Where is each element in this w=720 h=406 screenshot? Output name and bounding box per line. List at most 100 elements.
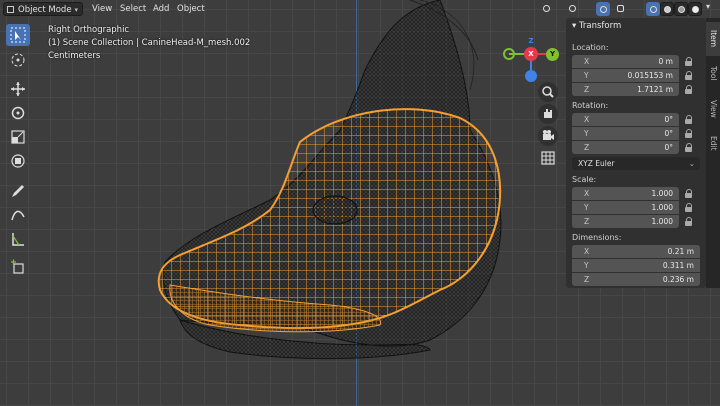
lock-icon[interactable]	[684, 115, 694, 125]
menu-add[interactable]: Add	[149, 2, 173, 16]
transform-icon	[11, 154, 25, 168]
lock-icon[interactable]	[684, 203, 694, 213]
axis-label: Z	[584, 275, 590, 284]
cursor-arrow-icon	[10, 27, 26, 43]
tab-edit[interactable]: Edit	[706, 128, 720, 158]
axis-label: Z	[584, 143, 590, 152]
gizmo-y-axis[interactable]: Y	[546, 48, 559, 61]
wireframe-shading-icon[interactable]	[646, 2, 660, 16]
rotation-mode-dropdown[interactable]: XYZ Euler ⌄	[572, 157, 700, 170]
dimensions-y-field[interactable]: Y 0.311 m	[572, 259, 700, 272]
zoom-icon[interactable]	[538, 82, 558, 102]
location-label: Location:	[572, 43, 609, 52]
lock-icon[interactable]	[684, 129, 694, 139]
field-value: 0°	[664, 129, 673, 138]
rotation-y-field[interactable]: Y 0°	[572, 127, 679, 140]
axis-label: X	[584, 247, 590, 256]
lock-icon[interactable]	[684, 143, 694, 153]
ruler-icon	[12, 233, 24, 246]
location-y-field[interactable]: Y 0.015153 m	[572, 69, 679, 82]
pencil-icon	[12, 185, 24, 197]
lock-icon[interactable]	[684, 57, 694, 67]
menu-select[interactable]: Select	[116, 2, 150, 16]
tab-tool[interactable]: Tool	[706, 58, 720, 88]
axis-label: X	[584, 57, 590, 66]
axis-label: Y	[584, 203, 589, 212]
scale-z-field[interactable]: Z 1.000	[572, 215, 679, 228]
select-box-tool[interactable]	[6, 24, 30, 46]
rotate-icon	[11, 106, 25, 120]
location-z-field[interactable]: Z 1.7121 m	[572, 83, 679, 96]
pan-hand-icon[interactable]	[538, 104, 558, 124]
add-cube-tool[interactable]	[6, 256, 30, 278]
cursor-tool[interactable]	[6, 49, 30, 71]
scale-tool[interactable]	[6, 126, 30, 148]
move-arrows-icon	[11, 82, 25, 96]
scale-y-field[interactable]: Y 1.000	[572, 201, 679, 214]
viewport-header: Object Mode ▾ View Select Add Object ▾	[0, 0, 720, 18]
measure-tool[interactable]	[6, 228, 30, 250]
solid-shading-icon[interactable]	[660, 2, 674, 16]
field-value: 0.015153 m	[627, 71, 673, 80]
measure-curve-tool[interactable]	[6, 204, 30, 226]
dimensions-z-field[interactable]: Z 0.236 m	[572, 273, 700, 286]
transform-tool[interactable]	[6, 150, 30, 172]
view-name: Right Orthographic	[48, 25, 130, 35]
scale-x-field[interactable]: X 1.000	[572, 187, 679, 200]
axis-label: Y	[584, 129, 589, 138]
axis-label: X	[584, 189, 590, 198]
visibility-icon[interactable]	[540, 2, 554, 16]
gizmo-z-label: Z	[528, 37, 534, 45]
annotate-tool[interactable]	[6, 180, 30, 202]
field-value: 1.000	[651, 189, 673, 198]
axis-label: X	[584, 115, 590, 124]
rotation-x-field[interactable]: X 0°	[572, 113, 679, 126]
overlays-icon[interactable]	[596, 2, 610, 16]
gizmo-neg-y-axis[interactable]	[503, 48, 515, 60]
3d-cursor-icon	[11, 53, 25, 67]
camera-icon[interactable]	[538, 126, 558, 146]
lock-icon[interactable]	[684, 71, 694, 81]
field-value: 0.311 m	[662, 261, 694, 270]
scale-icon	[11, 130, 25, 144]
material-shading-icon[interactable]	[674, 2, 688, 16]
xray-icon[interactable]	[614, 2, 628, 16]
gizmo-toggle-icon[interactable]	[566, 2, 580, 16]
chevron-down-icon: ⌄	[688, 159, 695, 168]
axis-label: Y	[584, 71, 589, 80]
sidebar-panel: ▾ Transform Location: X 0 m Y 0.015153 m Z…	[566, 18, 706, 288]
axis-label: Z	[584, 217, 590, 226]
mode-label: Object Mode	[18, 5, 72, 15]
field-value: 1.7121 m	[637, 85, 673, 94]
curve-icon	[11, 210, 25, 221]
rotation-mode-value: XYZ Euler	[578, 159, 615, 168]
location-x-field[interactable]: X 0 m	[572, 55, 679, 68]
chevron-down-icon: ▾	[74, 6, 78, 14]
lock-icon[interactable]	[684, 217, 694, 227]
tab-item[interactable]: Item	[706, 22, 720, 56]
sidebar-tabs: Item Tool View Edit	[706, 18, 720, 288]
tab-view[interactable]: View	[706, 92, 720, 126]
menu-view[interactable]: View	[88, 2, 116, 16]
rotate-tool[interactable]	[6, 102, 30, 124]
move-tool[interactable]	[6, 78, 30, 100]
dimensions-x-field[interactable]: X 0.21 m	[572, 245, 700, 258]
rotation-z-field[interactable]: Z 0°	[572, 141, 679, 154]
rendered-shading-icon[interactable]	[688, 2, 702, 16]
grid-view-icon[interactable]	[538, 148, 558, 168]
lock-icon[interactable]	[684, 85, 694, 95]
units-label: Centimeters	[48, 51, 101, 61]
axis-label: Z	[584, 85, 590, 94]
menu-object[interactable]: Object	[173, 2, 209, 16]
navigation-gizmo[interactable]: X Y Z	[498, 36, 564, 88]
field-value: 0°	[664, 143, 673, 152]
field-value: 0.236 m	[662, 275, 694, 284]
gizmo-x-axis[interactable]: X	[524, 47, 538, 61]
gizmo-neg-z-axis[interactable]	[525, 70, 537, 82]
transform-header[interactable]: ▾ Transform	[572, 21, 621, 31]
shading-options-icon[interactable]: ▾	[703, 2, 717, 16]
mode-dropdown[interactable]: Object Mode ▾	[3, 2, 83, 16]
lock-icon[interactable]	[684, 189, 694, 199]
field-value: 1.000	[651, 203, 673, 212]
field-value: 0°	[664, 115, 673, 124]
